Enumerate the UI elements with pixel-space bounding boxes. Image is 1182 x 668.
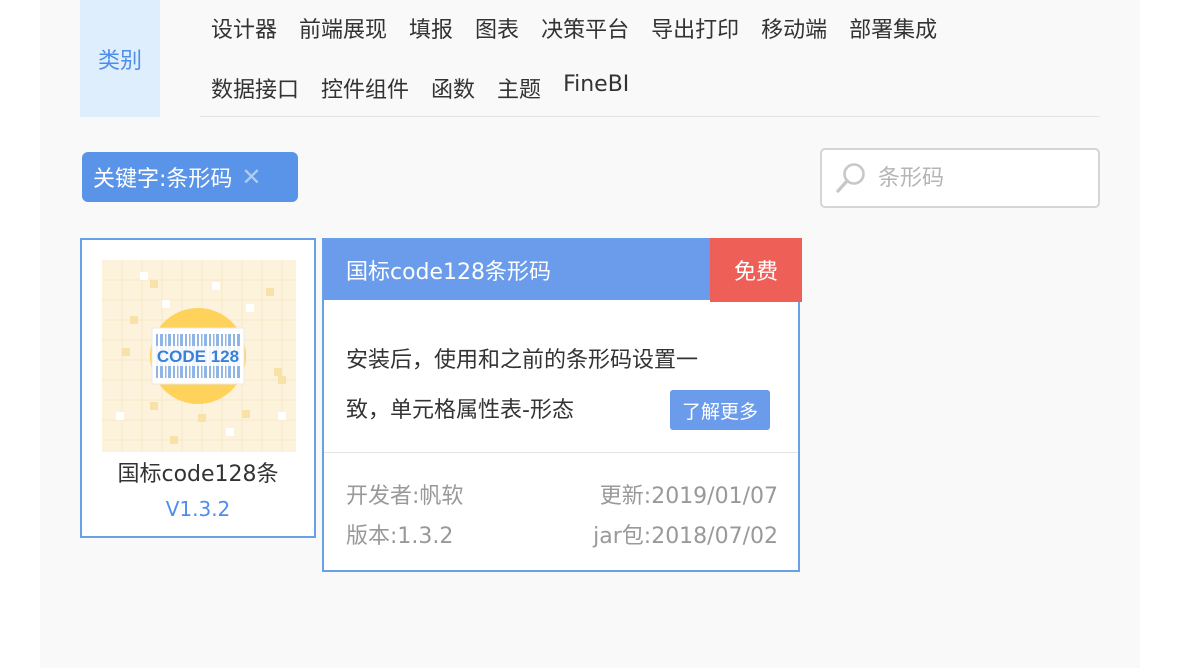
category-deploy-integration[interactable]: 部署集成 xyxy=(849,12,937,44)
search-input[interactable] xyxy=(878,165,1078,191)
description-line-1: 安装后，使用和之前的条形码设置一 xyxy=(346,348,699,373)
close-icon[interactable]: ✕ xyxy=(241,163,261,191)
keyword-filter-tag: 关键字:条形码 ✕ xyxy=(82,152,298,202)
category-label: 类别 xyxy=(80,0,160,117)
category-frontend-display[interactable]: 前端展现 xyxy=(299,12,387,44)
category-designer[interactable]: 设计器 xyxy=(211,12,277,44)
category-widget-component[interactable]: 控件组件 xyxy=(321,72,409,104)
category-divider xyxy=(200,116,1100,117)
plugin-detail-card: 国标code128条形码 免费 安装后，使用和之前的条形码设置一 致，单元格属性… xyxy=(322,238,802,572)
jar-date: jar包:2018/07/02 xyxy=(593,524,778,549)
code128-thumbnail: CODE 128 xyxy=(102,260,296,452)
category-row-1: 设计器 前端展现 填报 图表 决策平台 导出打印 移动端 部署集成 xyxy=(211,12,959,44)
category-mobile[interactable]: 移动端 xyxy=(761,12,827,44)
category-theme[interactable]: 主题 xyxy=(497,72,541,104)
category-row-2: 数据接口 控件组件 函数 主题 FineBI xyxy=(211,72,651,104)
update-date: 更新:2019/01/07 xyxy=(599,484,778,509)
category-data-interface[interactable]: 数据接口 xyxy=(211,72,299,104)
category-fill-report[interactable]: 填报 xyxy=(409,12,453,44)
plugin-name: 国标code128条 xyxy=(117,462,279,487)
category-decision-platform[interactable]: 决策平台 xyxy=(541,12,629,44)
plugin-version: V1.3.2 xyxy=(165,497,231,521)
learn-more-button[interactable]: 了解更多 xyxy=(670,390,770,430)
category-function[interactable]: 函数 xyxy=(431,72,475,104)
developer-info: 开发者:帆软 xyxy=(346,484,464,509)
version-info: 版本:1.3.2 xyxy=(346,524,454,549)
thumbnail-caption: CODE 128 xyxy=(157,347,239,366)
keyword-tag-label: 关键字:条形码 xyxy=(93,167,233,192)
detail-divider xyxy=(324,452,798,453)
category-finebi[interactable]: FineBI xyxy=(563,72,629,104)
search-box xyxy=(820,148,1100,208)
free-badge: 免费 xyxy=(710,238,802,302)
plugin-card[interactable]: CODE 128 国标code128条 V1.3.2 xyxy=(80,238,316,538)
category-chart[interactable]: 图表 xyxy=(475,12,519,44)
category-export-print[interactable]: 导出打印 xyxy=(651,12,739,44)
detail-title: 国标code128条形码 xyxy=(324,240,710,300)
search-icon xyxy=(836,163,865,193)
